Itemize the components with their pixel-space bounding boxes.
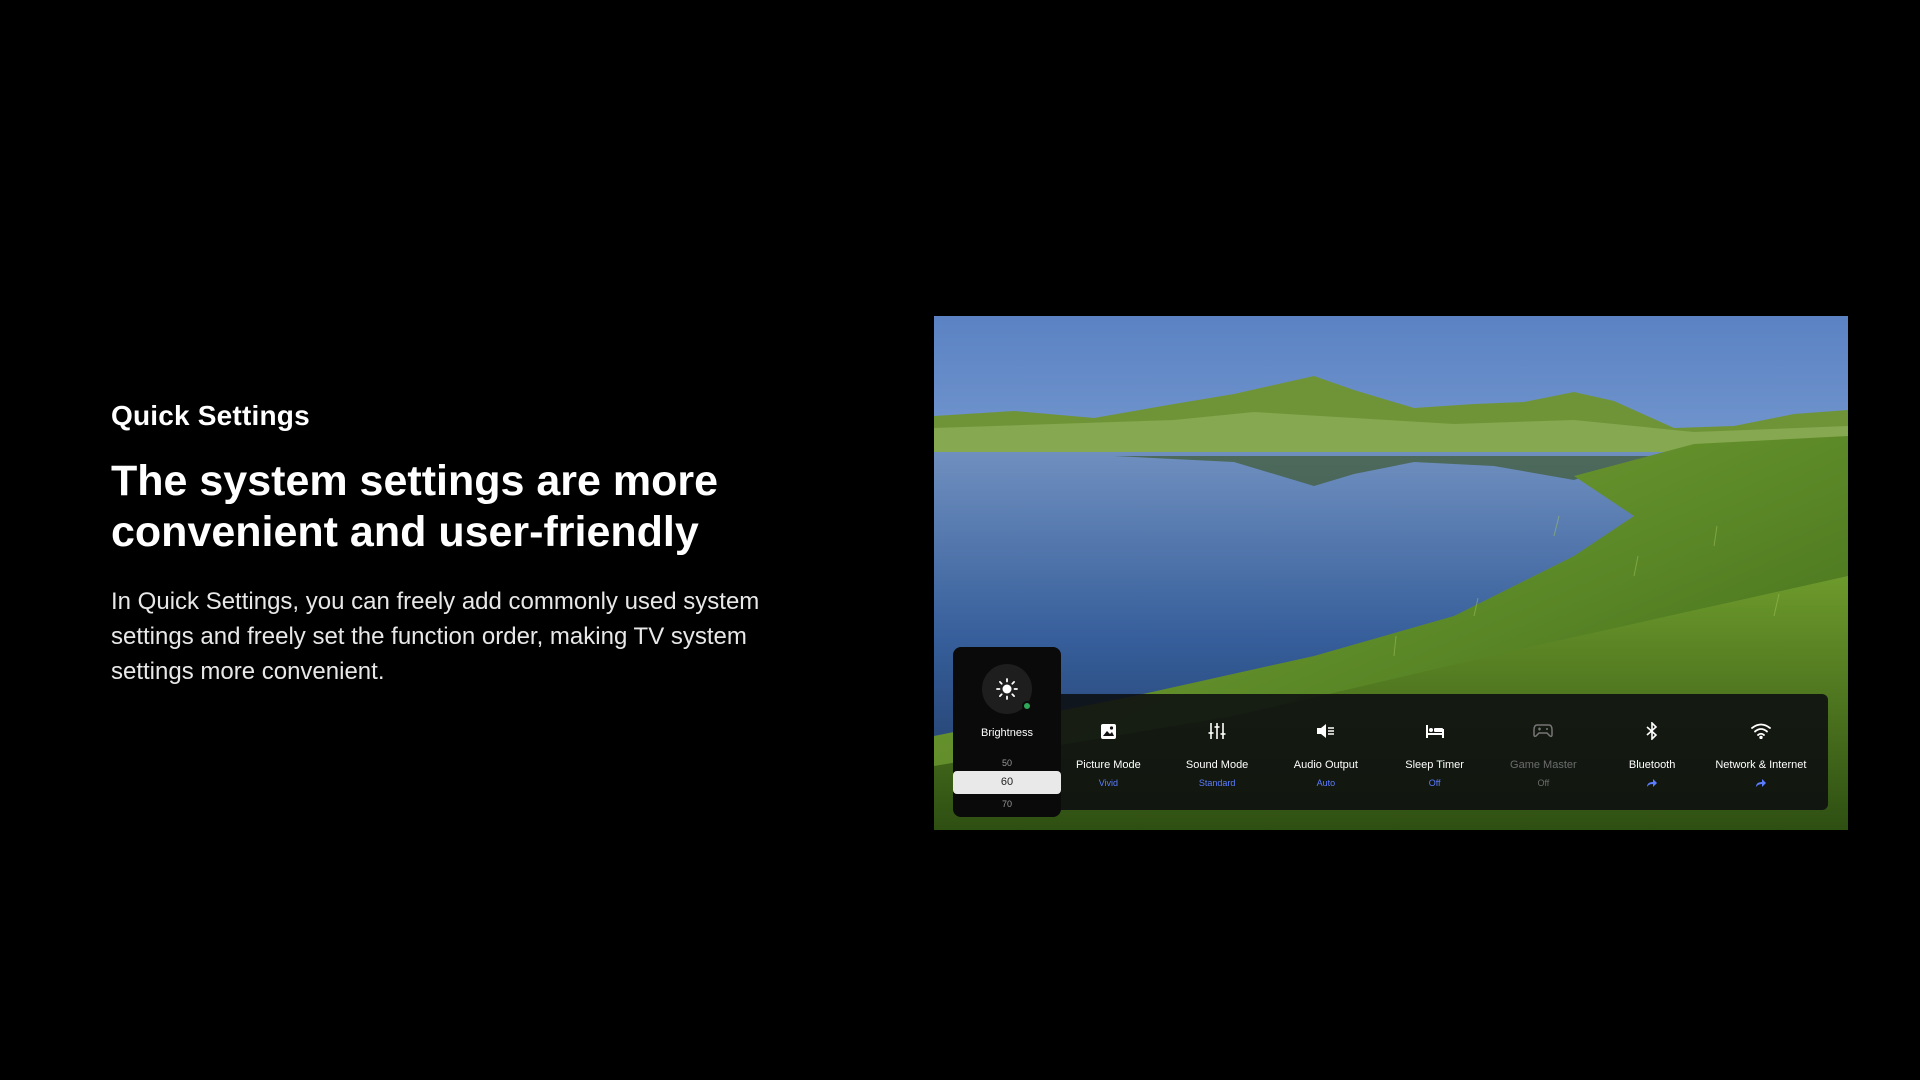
headline: The system settings are more convenient … [111, 457, 719, 556]
qs-bluetooth[interactable]: Bluetooth [1598, 694, 1707, 810]
gamepad-icon [1532, 720, 1554, 742]
qs-label: Audio Output [1293, 759, 1358, 771]
tv-screen: Picture Mode Vivid Sound Mode Standard A… [934, 316, 1848, 830]
speaker-icon [1315, 720, 1337, 742]
brightness-label: Brightness [981, 727, 1033, 739]
bed-icon [1424, 720, 1446, 742]
brightness-option-high[interactable]: 70 [953, 799, 1061, 809]
qs-network-internet[interactable]: Network & Internet [1707, 694, 1816, 810]
brightness-option-selected[interactable]: 60 [953, 771, 1061, 794]
qs-label: Picture Mode [1075, 759, 1141, 771]
qs-sound-mode[interactable]: Sound Mode Standard [1163, 694, 1272, 810]
qs-audio-output[interactable]: Audio Output Auto [1272, 694, 1381, 810]
qs-value: Off [1428, 778, 1441, 788]
qs-label: Game Master [1510, 759, 1577, 771]
section-eyebrow: Quick Settings [111, 400, 310, 431]
qs-label: Sleep Timer [1405, 759, 1464, 771]
qs-sleep-timer[interactable]: Sleep Timer Off [1380, 694, 1489, 810]
qs-label: Bluetooth [1628, 759, 1676, 771]
brightness-option-low[interactable]: 50 [953, 758, 1061, 768]
wifi-icon [1750, 720, 1772, 742]
picture-icon [1097, 720, 1119, 742]
brightness-card[interactable]: Brightness 50 60 70 [953, 647, 1061, 817]
quick-settings-items: Picture Mode Vivid Sound Mode Standard A… [1054, 694, 1828, 810]
equalizer-icon [1206, 720, 1228, 742]
bluetooth-icon [1641, 720, 1663, 742]
arrow-forward-icon [1646, 778, 1658, 790]
qs-value: Vivid [1098, 778, 1119, 788]
description: In Quick Settings, you can freely add co… [111, 588, 760, 685]
arrow-forward-icon [1755, 778, 1767, 790]
qs-label: Sound Mode [1185, 759, 1249, 771]
status-dot [1022, 701, 1032, 711]
intro-section: Quick Settings The system settings are m… [111, 398, 831, 689]
qs-picture-mode[interactable]: Picture Mode Vivid [1054, 694, 1163, 810]
qs-game-master[interactable]: Game Master Off [1489, 694, 1598, 810]
qs-label: Network & Internet [1715, 759, 1807, 771]
qs-value: Auto [1316, 778, 1336, 788]
qs-value: Off [1537, 778, 1550, 788]
qs-value: Standard [1198, 778, 1236, 788]
